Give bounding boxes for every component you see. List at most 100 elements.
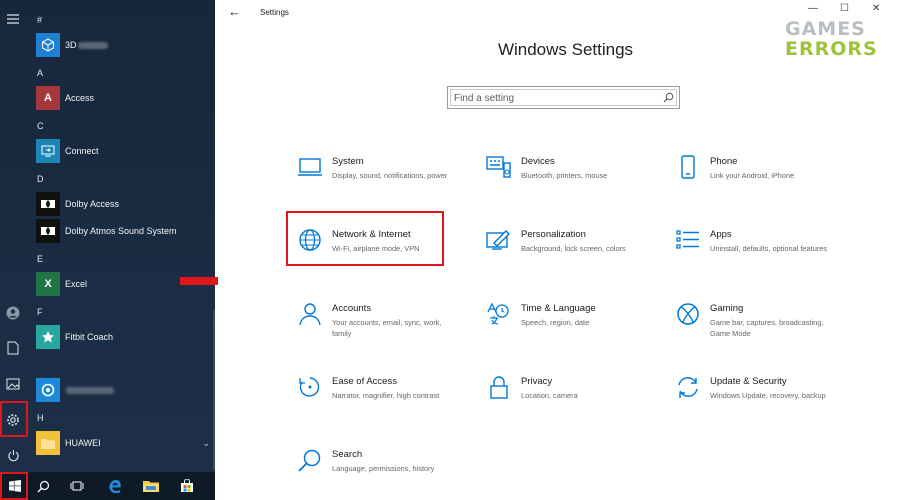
category-description: Language, permissions, history [332, 464, 435, 473]
back-arrow-icon[interactable]: ← [228, 4, 241, 19]
category-update-security[interactable]: Update & Security Windows Update, recove… [675, 375, 835, 431]
category-time-language[interactable]: Time & Language Speech, region, date [486, 302, 646, 358]
category-title: Phone [710, 156, 738, 167]
category-ease-of-access[interactable]: Ease of Access Narrator, magnifier, high… [297, 375, 457, 431]
category-title: Search [332, 449, 363, 460]
letter-header[interactable]: A [37, 68, 43, 78]
category-title: Apps [710, 229, 732, 240]
minimize-icon[interactable]: — [808, 3, 818, 14]
dolby-icon [36, 192, 60, 216]
user-icon[interactable] [0, 300, 26, 326]
games-errors-logo: GAMES ERRORS [785, 18, 885, 60]
fitbit-icon [36, 325, 60, 349]
app-huawei[interactable]: HUAWEI ⌄ [36, 431, 214, 455]
category-gaming[interactable]: Gaming Game bar, captures, broadcasting,… [675, 302, 835, 358]
app-icon [36, 378, 60, 402]
category-title: System [332, 156, 364, 167]
category-description: Location, camera [521, 391, 578, 400]
access-icon: A [36, 86, 60, 110]
letter-header[interactable]: D [37, 174, 44, 184]
dolby-icon [36, 219, 60, 243]
letter-header[interactable]: C [37, 121, 44, 131]
redacted-text [77, 42, 108, 50]
app-label: Fitbit Coach [65, 332, 114, 342]
category-description: Display, sound, notifications, power [332, 171, 448, 180]
search-icon[interactable] [663, 92, 674, 103]
maximize-icon[interactable]: ☐ [840, 3, 849, 14]
category-search[interactable]: Search Language, permissions, history [297, 448, 457, 500]
pictures-icon[interactable] [0, 371, 26, 397]
category-apps[interactable]: Apps Uninstall, defaults, optional featu… [675, 228, 835, 284]
search-input[interactable] [454, 91, 654, 105]
category-title: Update & Security [710, 376, 787, 387]
category-description: Game bar, captures, broadcasting, Game M… [710, 318, 824, 338]
chevron-down-icon[interactable]: ⌄ [202, 438, 210, 449]
app-dolby-access[interactable]: Dolby Access [36, 192, 214, 216]
search-box[interactable] [447, 86, 680, 109]
category-personalization[interactable]: Personalization Background, lock screen,… [486, 228, 646, 284]
xbox-icon [677, 303, 699, 325]
phone-icon [681, 155, 695, 179]
app-access[interactable]: A Access [36, 86, 214, 110]
app-label: Connect [65, 146, 99, 156]
category-description: Your accounts, email, sync, work, family [332, 318, 442, 338]
category-description: Windows Update, recovery, backup [710, 391, 826, 400]
category-title: Privacy [521, 376, 553, 387]
category-title: Devices [521, 156, 555, 167]
app-dolby-atmos[interactable]: Dolby Atmos Sound System [36, 219, 214, 243]
letter-header[interactable]: F [37, 307, 43, 317]
excel-icon: X [36, 272, 60, 296]
start-menu: # 3D A A Access C Connect D Dolby Access [0, 0, 215, 500]
category-description: Background, lock screen, colors [521, 244, 626, 253]
category-title: Personalization [521, 229, 586, 240]
letter-header[interactable]: E [37, 254, 43, 264]
highlight-box-start [0, 472, 28, 500]
power-icon[interactable] [0, 442, 26, 468]
document-icon[interactable] [0, 335, 26, 361]
app-redacted[interactable] [36, 378, 214, 402]
app-list: # 3D A A Access C Connect D Dolby Access [26, 0, 215, 472]
category-devices[interactable]: Devices Bluetooth, printers, mouse [486, 155, 646, 211]
file-explorer-icon[interactable] [136, 472, 166, 500]
sync-icon [678, 377, 698, 398]
search-icon[interactable] [28, 472, 58, 500]
category-description: Narrator, magnifier, high contrast [332, 391, 440, 400]
category-system[interactable]: System Display, sound, notifications, po… [297, 155, 457, 211]
category-title: Time & Language [521, 303, 596, 314]
scrollbar[interactable] [213, 310, 215, 470]
highlight-box-network [286, 211, 444, 266]
close-icon[interactable]: ✕ [872, 3, 880, 14]
time-language-icon [487, 302, 509, 325]
app-label: Access [65, 93, 95, 103]
store-icon[interactable] [172, 472, 202, 500]
lock-icon [490, 376, 508, 399]
app-label: HUAWEI [65, 438, 101, 448]
app-label: 3D [65, 40, 77, 50]
category-privacy[interactable]: Privacy Location, camera [486, 375, 646, 431]
keyboard-speaker-icon [486, 156, 511, 178]
letter-header[interactable]: H [37, 413, 44, 423]
logo-text-line2: ERRORS [785, 38, 878, 60]
letter-header[interactable]: # [37, 15, 42, 25]
category-phone[interactable]: Phone Link your Android, iPhone [675, 155, 835, 211]
taskbar [0, 472, 215, 500]
laptop-icon [298, 158, 322, 176]
app-3d[interactable]: 3D [36, 33, 214, 57]
hamburger-menu-icon[interactable] [0, 6, 26, 32]
category-title: Ease of Access [332, 376, 397, 387]
app-fitbit[interactable]: Fitbit Coach [36, 325, 214, 349]
category-accounts[interactable]: Accounts Your accounts, email, sync, wor… [297, 302, 457, 358]
app-label: Dolby Access [65, 199, 120, 209]
category-title: Accounts [332, 303, 372, 314]
edge-icon[interactable] [100, 472, 130, 500]
app-connect[interactable]: Connect [36, 139, 214, 163]
redacted-text [66, 387, 114, 395]
folder-icon [36, 431, 60, 455]
category-description: Speech, region, date [521, 318, 590, 327]
search-icon [298, 449, 321, 472]
paintbrush-monitor-icon [486, 230, 510, 250]
task-view-icon[interactable] [62, 472, 92, 500]
category-description: Uninstall, defaults, optional features [710, 244, 828, 253]
cube-icon [36, 33, 60, 57]
logo-text-line1: GAMES [785, 18, 866, 40]
